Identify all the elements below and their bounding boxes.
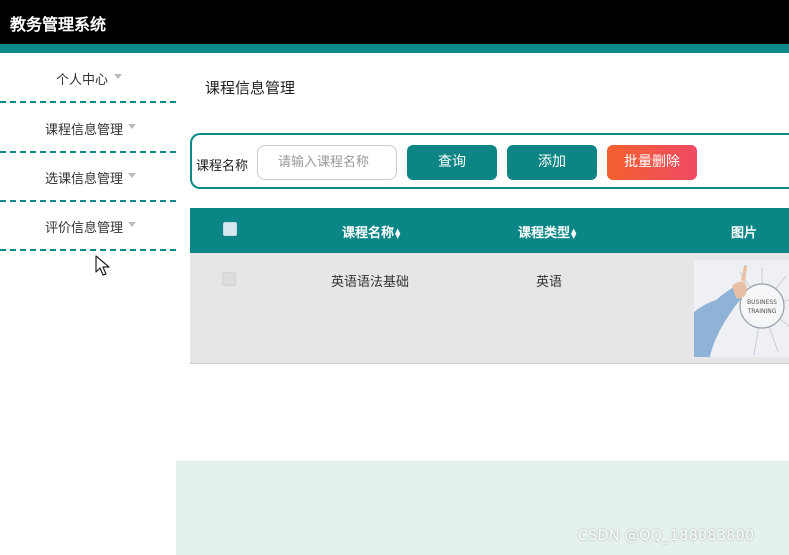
page-title: 课程信息管理 [205,79,296,97]
column-header-label: 课程名称 [342,226,395,241]
course-name-search-input[interactable] [257,145,397,180]
column-header-image: 图片 [731,226,758,241]
sidebar: 个人中心 课程信息管理 选课信息管理 评价信息管理 [0,53,176,555]
sort-icon[interactable]: ▲ ▼ [571,227,576,239]
column-header-course-type[interactable]: 课程类型▲ ▼ [518,222,576,241]
sidebar-item-course-management[interactable]: 课程信息管理 [0,103,176,153]
caret-down-icon [114,74,122,79]
cell-course-name: 英语语法基础 [331,275,410,290]
sidebar-item-course-selection[interactable]: 选课信息管理 [0,152,176,202]
sidebar-item-personal-center[interactable]: 个人中心 [0,53,176,103]
query-button[interactable]: 查询 [407,145,497,180]
row-checkbox[interactable] [222,272,236,286]
sidebar-item-evaluation[interactable]: 评价信息管理 [0,201,176,251]
table-header: 课程名称▲ ▼ 课程类型▲ ▼ 图片 [190,208,789,253]
mouse-cursor-icon [95,255,110,276]
image-text: BUSINESS [747,299,777,306]
search-label: 课程名称 [196,159,249,174]
select-all-checkbox[interactable] [223,222,237,236]
add-button[interactable]: 添加 [507,145,597,180]
sidebar-item-label: 评价信息管理 [44,221,123,236]
top-bar: 教务管理系统 [0,0,789,44]
watermark-text: CSDN @QQ_188083800 [578,528,755,544]
column-header-course-name[interactable]: 课程名称▲ ▼ [342,222,400,241]
course-image: BUSINESS TRAINING [694,260,789,357]
caret-down-icon [128,124,136,129]
app-title: 教务管理系统 [10,15,107,34]
header-accent-strip [0,44,789,53]
sidebar-item-label: 课程信息管理 [44,123,123,138]
svg-text:TRAINING: TRAINING [747,308,777,315]
cell-course-type: 英语 [536,275,563,290]
sidebar-item-label: 选课信息管理 [44,172,123,187]
caret-down-icon [128,222,136,227]
column-header-label: 课程类型 [518,226,571,241]
batch-delete-button[interactable]: 批量删除 [607,145,697,180]
course-image-graphic: BUSINESS TRAINING [694,260,789,357]
sidebar-item-label: 个人中心 [55,73,108,88]
caret-down-icon [128,173,136,178]
sort-icon[interactable]: ▲ ▼ [395,227,400,239]
